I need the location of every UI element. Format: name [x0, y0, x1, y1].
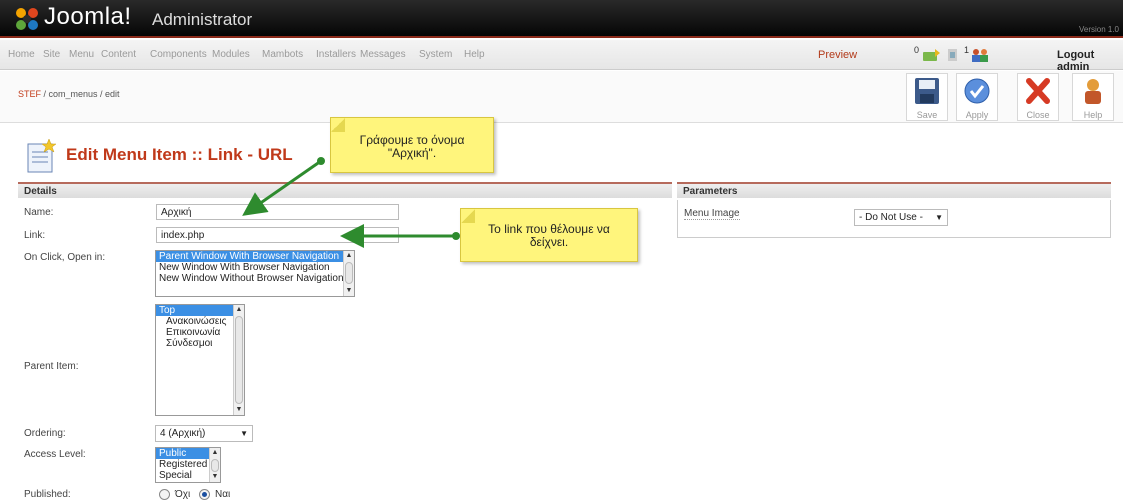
page: Joomla! Administrator Version 1.0 Home S…	[0, 0, 1123, 503]
link-arrow	[340, 224, 460, 248]
annotation-arrows	[242, 157, 460, 248]
name-arrow	[242, 157, 325, 216]
